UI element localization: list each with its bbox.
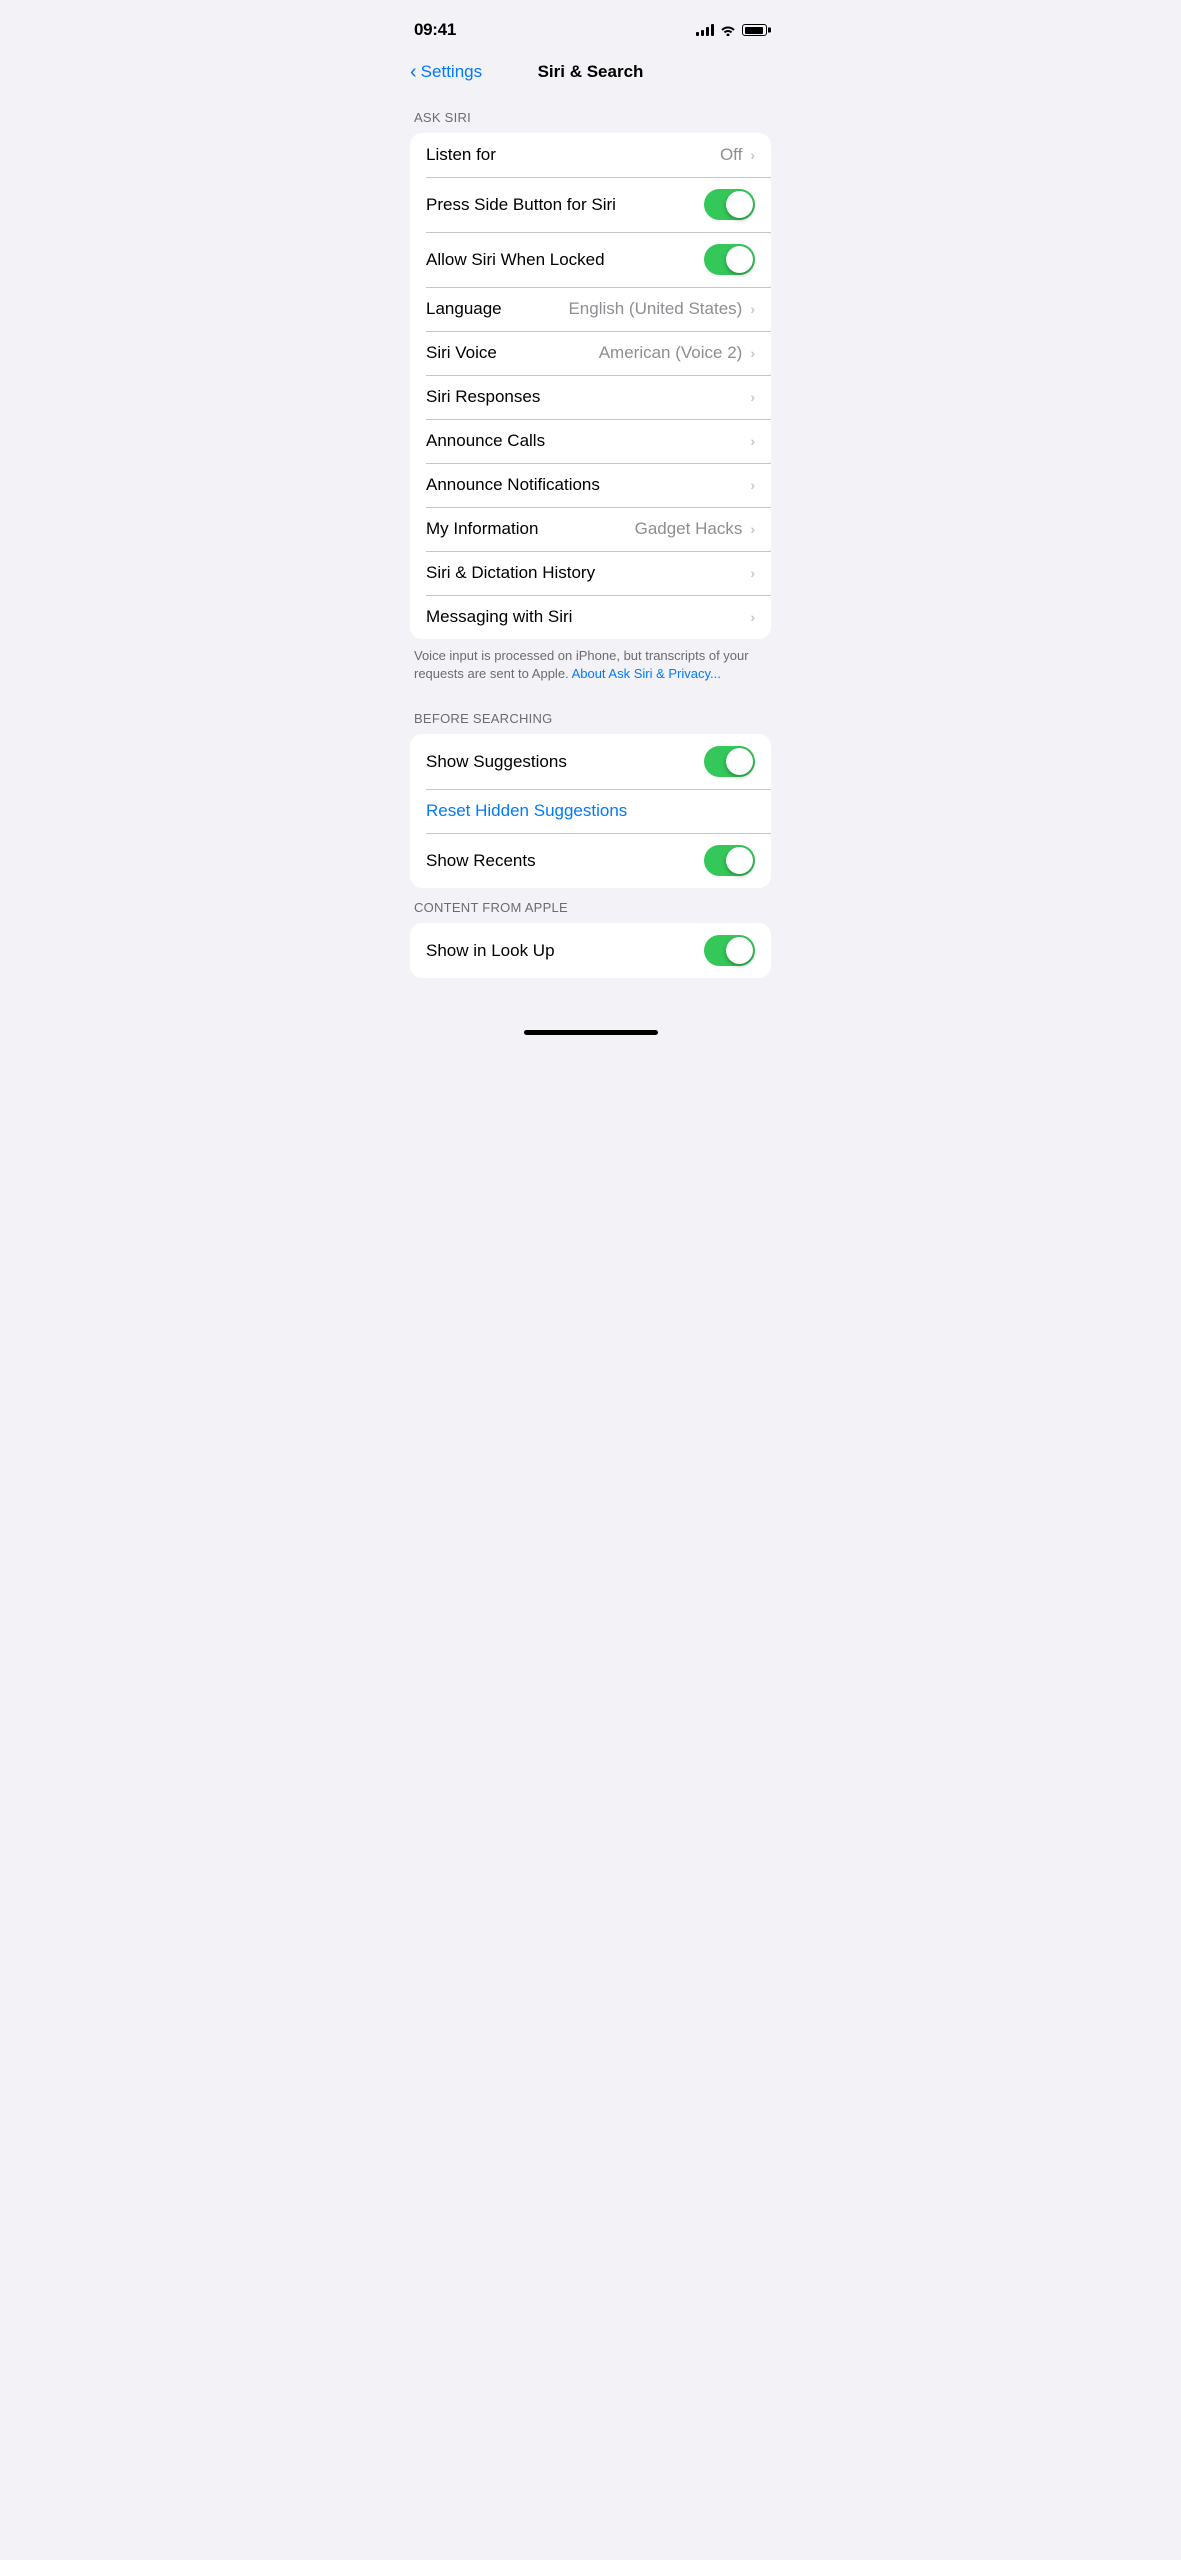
chevron-icon: › — [750, 565, 755, 581]
row-siri-voice[interactable]: Siri Voice American (Voice 2) › — [410, 331, 771, 375]
listen-for-label: Listen for — [426, 145, 720, 165]
press-side-button-toggle[interactable] — [704, 189, 755, 220]
row-listen-for[interactable]: Listen for Off › — [410, 133, 771, 177]
before-searching-group: Show Suggestions Reset Hidden Suggestion… — [410, 734, 771, 888]
press-side-button-label: Press Side Button for Siri — [426, 195, 704, 215]
reset-hidden-suggestions-label: Reset Hidden Suggestions — [426, 801, 755, 821]
row-language[interactable]: Language English (United States) › — [410, 287, 771, 331]
chevron-icon: › — [750, 433, 755, 449]
section-label-before-searching: BEFORE SEARCHING — [394, 699, 787, 734]
language-value: English (United States) › — [568, 299, 755, 319]
back-button[interactable]: ‹ Settings — [410, 62, 482, 82]
row-show-suggestions[interactable]: Show Suggestions — [410, 734, 771, 789]
row-allow-when-locked[interactable]: Allow Siri When Locked — [410, 232, 771, 287]
my-information-value: Gadget Hacks › — [635, 519, 755, 539]
siri-voice-value: American (Voice 2) › — [599, 343, 755, 363]
row-messaging-with-siri[interactable]: Messaging with Siri › — [410, 595, 771, 639]
status-time: 09:41 — [414, 20, 456, 40]
siri-responses-chevron: › — [748, 389, 755, 405]
siri-dictation-history-label: Siri & Dictation History — [426, 563, 748, 583]
allow-when-locked-toggle[interactable] — [704, 244, 755, 275]
row-show-in-look-up[interactable]: Show in Look Up — [410, 923, 771, 978]
row-press-side-button[interactable]: Press Side Button for Siri — [410, 177, 771, 232]
battery-icon — [742, 24, 767, 36]
allow-when-locked-label: Allow Siri When Locked — [426, 250, 704, 270]
siri-voice-label: Siri Voice — [426, 343, 599, 363]
wifi-icon — [720, 24, 736, 36]
section-label-ask-siri: ASK SIRI — [394, 98, 787, 133]
show-in-look-up-label: Show in Look Up — [426, 941, 704, 961]
row-announce-calls[interactable]: Announce Calls › — [410, 419, 771, 463]
chevron-icon: › — [750, 521, 755, 537]
status-bar: 09:41 — [394, 0, 787, 54]
row-siri-dictation-history[interactable]: Siri & Dictation History › — [410, 551, 771, 595]
nav-header: ‹ Settings Siri & Search — [394, 54, 787, 98]
row-reset-hidden-suggestions[interactable]: Reset Hidden Suggestions — [410, 789, 771, 833]
my-information-label: My Information — [426, 519, 635, 539]
listen-for-value: Off › — [720, 145, 755, 165]
announce-notifications-label: Announce Notifications — [426, 475, 748, 495]
back-label: Settings — [421, 62, 482, 82]
chevron-icon: › — [750, 345, 755, 361]
section-label-content-from-apple: CONTENT FROM APPLE — [394, 888, 787, 923]
ask-siri-group: Listen for Off › Press Side Button for S… — [410, 133, 771, 639]
row-show-recents[interactable]: Show Recents — [410, 833, 771, 888]
chevron-icon: › — [750, 147, 755, 163]
row-siri-responses[interactable]: Siri Responses › — [410, 375, 771, 419]
show-in-look-up-toggle[interactable] — [704, 935, 755, 966]
show-suggestions-label: Show Suggestions — [426, 752, 704, 772]
show-suggestions-toggle[interactable] — [704, 746, 755, 777]
ask-siri-footer: Voice input is processed on iPhone, but … — [394, 639, 787, 699]
messaging-with-siri-label: Messaging with Siri — [426, 607, 748, 627]
show-recents-toggle[interactable] — [704, 845, 755, 876]
siri-responses-label: Siri Responses — [426, 387, 748, 407]
content-from-apple-group: Show in Look Up — [410, 923, 771, 978]
chevron-icon: › — [750, 301, 755, 317]
announce-calls-label: Announce Calls — [426, 431, 748, 451]
chevron-icon: › — [750, 477, 755, 493]
row-my-information[interactable]: My Information Gadget Hacks › — [410, 507, 771, 551]
signal-icon — [696, 24, 714, 36]
language-label: Language — [426, 299, 568, 319]
home-indicator — [524, 1030, 658, 1035]
status-icons — [696, 24, 767, 36]
chevron-icon: › — [750, 609, 755, 625]
row-announce-notifications[interactable]: Announce Notifications › — [410, 463, 771, 507]
chevron-icon: › — [750, 389, 755, 405]
ask-siri-privacy-link[interactable]: About Ask Siri & Privacy... — [572, 666, 721, 681]
page-title: Siri & Search — [538, 62, 644, 82]
back-chevron-icon: ‹ — [410, 62, 417, 82]
show-recents-label: Show Recents — [426, 851, 704, 871]
